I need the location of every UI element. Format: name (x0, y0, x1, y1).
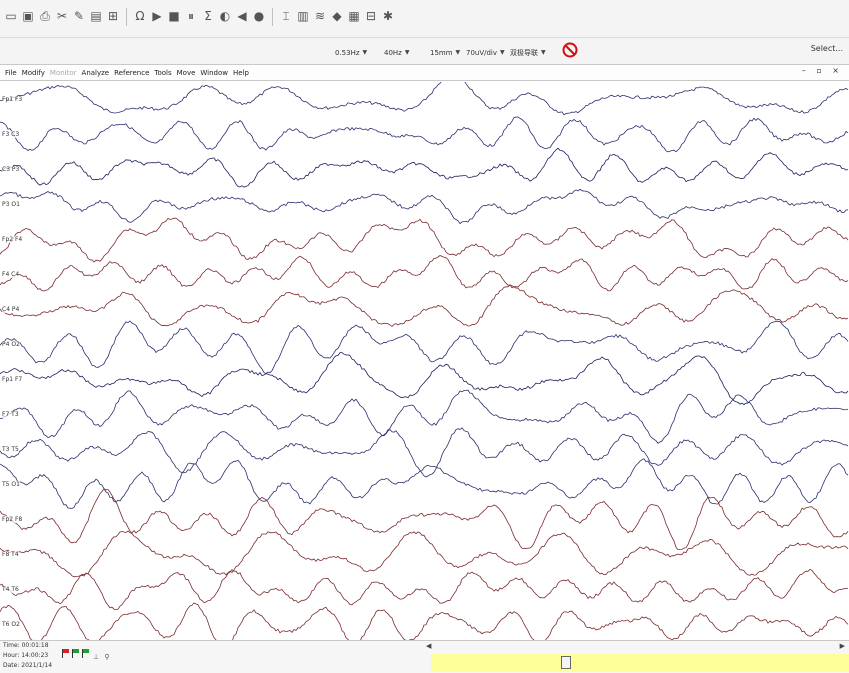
marker-icon[interactable]: ⊥ (92, 649, 100, 665)
eeg-trace-11 (0, 458, 849, 509)
photic-icon[interactable]: ✱ (381, 8, 395, 24)
histogram-icon[interactable]: ▥ (296, 8, 310, 24)
window-controls[interactable]: – ▫ × (802, 66, 843, 75)
channel-label: F4 C4 (2, 270, 20, 278)
channel-label: C3 P3 (2, 165, 20, 173)
menu-item-tools[interactable]: Tools (154, 69, 171, 77)
eeg-trace-13 (0, 530, 849, 578)
menu-item-reference[interactable]: Reference (114, 69, 149, 77)
eeg-trace-5 (0, 255, 849, 292)
eeg-trace-3 (0, 188, 849, 225)
sensitivity-select[interactable]: 70uV/div ▼ (466, 45, 505, 60)
toolbar-icons: ▭ ▣ ⎙ ✂ ✎ ▤ ⊞ Ω ▶ ■ ⏸ Σ ◐ ◀ ● ⌶ ▥ ≋ ◆ ▦ ⊟ ✱ (4, 8, 395, 26)
menu-item-analyze[interactable]: Analyze (82, 69, 110, 77)
eeg-trace-2 (0, 147, 849, 188)
eeg-trace-8 (0, 352, 849, 406)
channel-label: T5 O1 (2, 480, 20, 488)
low-filter-value: 0.53Hz (335, 48, 360, 57)
cursor-icon[interactable]: ⌶ (279, 8, 293, 24)
status-hour: Hour: 14:00:23 (3, 652, 49, 659)
notes-icon[interactable]: ▤ (89, 8, 103, 24)
eeg-traces (0, 75, 849, 650)
channel-label: P4 O2 (2, 340, 20, 348)
save-icon[interactable]: ▣ (21, 8, 35, 24)
eeg-trace-14 (0, 568, 849, 610)
channel-label: F3 C3 (2, 130, 20, 138)
low-filter-select[interactable]: 0.53Hz ▼ (335, 45, 367, 60)
scroll-left-arrow[interactable]: ◀ (426, 642, 431, 650)
speed-select[interactable]: 15mm ▼ (430, 45, 460, 60)
channel-label: T3 T5 (2, 445, 19, 453)
montage-value: 双极导联 (510, 48, 538, 57)
channel-label: T4 T6 (2, 585, 19, 593)
folder-icon[interactable]: ▭ (4, 8, 18, 24)
cube-icon[interactable]: ◆ (330, 8, 344, 24)
toolbar-separator (126, 8, 127, 26)
pen-icon[interactable]: ✎ (72, 8, 86, 24)
eeg-trace-10 (0, 427, 849, 478)
eeg-trace-15 (0, 602, 849, 650)
channel-label: C4 P4 (2, 305, 20, 313)
photo-icon[interactable]: ◐ (218, 8, 232, 24)
grid-icon[interactable]: ⊟ (364, 8, 378, 24)
print-icon[interactable]: ⎙ (38, 8, 52, 24)
channel-label: Fp2 F4 (2, 235, 23, 243)
toolbar-separator (272, 8, 273, 26)
menu-item-file[interactable]: File (5, 69, 17, 77)
map-icon[interactable]: ▦ (347, 8, 361, 24)
menu-bar: File Modify Monitor Analyze Reference Tools Mo… (0, 66, 849, 81)
channel-label: P3 O1 (2, 200, 20, 208)
channel-label: T6 O2 (2, 620, 20, 628)
eeg-trace-6 (0, 284, 849, 328)
scrollbar-thumb[interactable] (561, 656, 571, 669)
play-icon[interactable]: ▶ (150, 8, 164, 24)
channel-label: Fp1 F7 (2, 375, 23, 383)
menu-item-window[interactable]: Window (200, 69, 228, 77)
status-time: Time: 00:01:18 (3, 642, 49, 649)
event-flags: ⊥ ⚲ (62, 649, 111, 665)
montage-icon[interactable]: ⊞ (106, 8, 120, 24)
eeg-trace-12 (0, 488, 849, 551)
scissors-icon[interactable]: ✂ (55, 8, 69, 24)
status-date: Date: 2021/1/14 (3, 662, 53, 669)
menu-item-monitor[interactable]: Monitor (50, 69, 77, 77)
time-scrollbar[interactable] (431, 654, 849, 672)
scroll-right-arrow[interactable]: ▶ (840, 642, 845, 650)
speed-value: 15mm (430, 48, 453, 57)
settings-toolbar: 0.53Hz ▼ 40Hz ▼ 15mm ▼ 70uV/div ▼ 双极导联 ▼ Sele… (0, 38, 849, 65)
record-icon[interactable]: ● (252, 8, 266, 24)
filter-icon[interactable]: ≋ (313, 8, 327, 24)
eeg-trace-9 (0, 389, 849, 444)
green-flag-icon-2[interactable] (82, 649, 89, 658)
eeg-trace-0 (0, 75, 849, 116)
high-filter-select[interactable]: 40Hz ▼ (384, 45, 409, 60)
eeg-trace-4 (0, 217, 849, 263)
no-entry-icon[interactable] (562, 42, 578, 58)
menu-item-help[interactable]: Help (233, 69, 249, 77)
menu-item-move[interactable]: Move (177, 69, 196, 77)
eeg-trace-area[interactable]: Fp1 F3 F3 C3 C3 P3 P3 O1 Fp2 F4 F4 C4 C4 P4 P4 … (0, 75, 849, 650)
high-filter-value: 40Hz (384, 48, 402, 57)
channel-label: Fp1 F3 (2, 95, 23, 103)
select-button[interactable]: Select... (811, 44, 843, 53)
menu-item-modify[interactable]: Modify (22, 69, 45, 77)
pause-icon[interactable]: ⏸ (184, 8, 198, 24)
channel-label: Fp2 F8 (2, 515, 23, 523)
sensitivity-value: 70uV/div (466, 48, 498, 57)
main-toolbar: ▭ ▣ ⎙ ✂ ✎ ▤ ⊞ Ω ▶ ■ ⏸ Σ ◐ ◀ ● ⌶ ▥ ≋ ◆ ▦ ⊟ ✱ (0, 0, 849, 38)
eeg-trace-1 (0, 116, 849, 153)
channel-label: F7 T3 (2, 410, 19, 418)
sum-icon[interactable]: Σ (201, 8, 215, 24)
montage-select[interactable]: 双极导联 ▼ (510, 45, 546, 60)
back-icon[interactable]: ◀ (235, 8, 249, 24)
channel-label: F8 T4 (2, 550, 19, 558)
red-flag-icon[interactable] (62, 649, 69, 658)
tool-icon[interactable]: ⚲ (103, 649, 111, 665)
green-flag-icon[interactable] (72, 649, 79, 658)
eeg-trace-7 (0, 320, 849, 374)
stop-icon[interactable]: ■ (167, 8, 181, 24)
ohm-icon[interactable]: Ω (133, 8, 147, 24)
